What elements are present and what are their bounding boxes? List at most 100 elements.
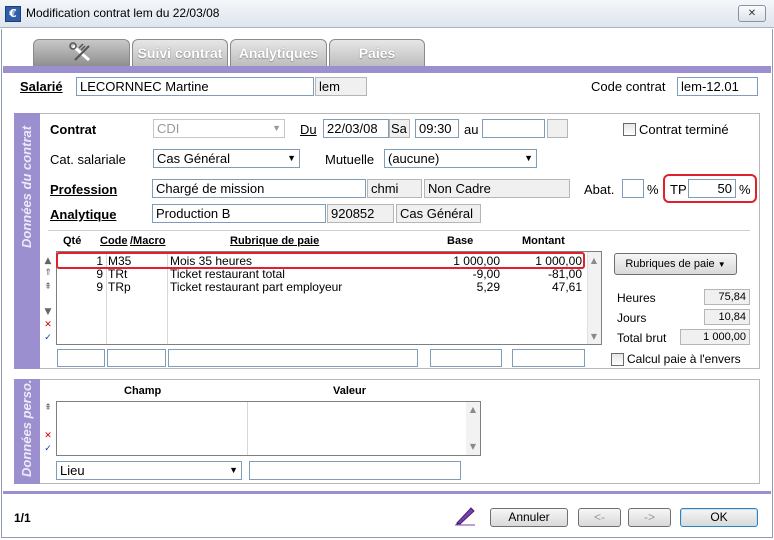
col-code[interactable]: Code: [100, 235, 128, 247]
mutuelle-select[interactable]: (aucune) ▼: [384, 149, 537, 168]
next-button[interactable]: ->: [628, 508, 671, 527]
entry-qte-field[interactable]: [57, 349, 105, 367]
window-title: Modification contrat lem du 22/03/08: [26, 6, 220, 20]
au-date-field[interactable]: [482, 119, 545, 138]
profession-field[interactable]: Chargé de mission: [152, 179, 366, 198]
profession-code-field: chmi: [367, 179, 422, 198]
tab-suivi-contrat[interactable]: Suivi contrat: [132, 39, 228, 66]
salarie-code-field: lem: [315, 77, 367, 96]
jours-value: 10,84: [704, 309, 750, 325]
contrat-select[interactable]: CDI ▼: [153, 119, 285, 138]
tab-general[interactable]: [33, 39, 130, 66]
heures-value: 75,84: [704, 289, 750, 305]
au-day-field: [547, 119, 568, 138]
contract-side-label: Données du contrat: [19, 125, 34, 248]
profession-label[interactable]: Profession: [50, 182, 117, 197]
code-contrat-label: Code contrat: [591, 79, 666, 94]
tp-label: TP: [670, 182, 687, 197]
mutuelle-label: Mutuelle: [325, 152, 375, 167]
chevron-down-icon: ▼: [524, 153, 533, 163]
col-montant: Montant: [522, 235, 565, 247]
rubriques-de-paie-button[interactable]: Rubriques de paie ▼: [614, 253, 737, 275]
scroll-down-icon[interactable]: ▼: [589, 332, 599, 342]
cat-salariale-select[interactable]: Cas Général ▼: [153, 149, 300, 168]
wrench-tools-icon: [68, 42, 90, 62]
contrat-termine-checkbox[interactable]: [623, 123, 636, 136]
footer-band: [3, 491, 771, 494]
chevron-down-icon: ▼: [229, 465, 238, 475]
abat-label: Abat.: [584, 182, 615, 197]
move-down-icon[interactable]: ▼: [43, 307, 53, 317]
tp-percent: %: [739, 182, 751, 197]
row3-qte[interactable]: 9: [60, 281, 103, 294]
analytique-field[interactable]: Production B: [152, 204, 326, 223]
col-rubrique[interactable]: Rubrique de paie: [230, 235, 319, 247]
perso-table: [56, 401, 481, 456]
move-up-icon[interactable]: ▲: [43, 256, 53, 266]
total-brut-value: 1 000,00: [680, 329, 750, 345]
entry-rubrique-field[interactable]: [168, 349, 418, 367]
entry-base-field[interactable]: [430, 349, 502, 367]
code-contrat-field[interactable]: lem-12.01: [677, 77, 758, 96]
du-date-field[interactable]: 22/03/08: [323, 119, 389, 138]
row3-code[interactable]: TRp: [108, 281, 131, 294]
profession-status-field: Non Cadre: [424, 179, 570, 198]
calcul-envers-checkbox[interactable]: [611, 353, 624, 366]
du-day-field: Sa: [389, 119, 410, 138]
scroll-up-icon[interactable]: ▲: [589, 256, 599, 266]
rubriques-button-label: Rubriques de paie: [625, 258, 715, 270]
lieu-select[interactable]: Lieu ▼: [56, 461, 242, 480]
col-champ: Champ: [124, 385, 162, 397]
annuler-button[interactable]: Annuler: [490, 508, 568, 527]
heures-label: Heures: [617, 291, 656, 305]
col-macro[interactable]: /Macro: [130, 235, 165, 247]
lieu-select-value: Lieu: [60, 463, 85, 478]
chevron-down-icon: ▼: [272, 123, 281, 133]
contrat-select-value: CDI: [157, 121, 180, 136]
move-first-icon[interactable]: ⇞: [43, 403, 53, 413]
salarie-label: Salarié: [20, 79, 63, 94]
divider: [247, 402, 248, 455]
scroll-down-icon[interactable]: ▼: [468, 442, 478, 452]
row3-base[interactable]: 5,29: [420, 281, 500, 294]
validate-check-icon[interactable]: ✓: [43, 444, 53, 454]
du-time-field[interactable]: 09:30: [415, 119, 459, 138]
chevron-down-icon: ▼: [717, 260, 726, 269]
salarie-name-field[interactable]: LECORNNEC Martine: [76, 77, 314, 96]
previous-button[interactable]: <-: [578, 508, 621, 527]
move-first-icon[interactable]: ⇞: [43, 282, 53, 292]
validate-check-icon[interactable]: ✓: [43, 333, 53, 343]
tab-paies[interactable]: Paies: [329, 39, 425, 66]
col-qte: Qté: [63, 235, 82, 247]
col-base: Base: [447, 235, 474, 247]
tab-analytiques[interactable]: Analytiques: [230, 39, 327, 66]
col-valeur: Valeur: [333, 385, 367, 397]
abat-percent: %: [647, 182, 659, 197]
abat-field[interactable]: [622, 179, 644, 198]
contrat-label: Contrat: [50, 122, 97, 137]
analytique-label[interactable]: Analytique: [50, 207, 116, 222]
entry-montant-field[interactable]: [512, 349, 585, 367]
ok-button[interactable]: OK: [680, 508, 758, 527]
divider: [48, 230, 750, 231]
analytique-cat-field: Cas Général: [396, 204, 481, 223]
chevron-down-icon: ▼: [287, 153, 296, 163]
scroll-up-icon[interactable]: ▲: [468, 405, 478, 415]
mutuelle-value: (aucune): [388, 151, 440, 166]
row3-montant[interactable]: 47,61: [502, 281, 582, 294]
move-up-double-icon[interactable]: ⇑: [43, 268, 53, 278]
delete-icon[interactable]: ✕: [43, 320, 53, 330]
row3-rubrique[interactable]: Ticket restaurant part employeur: [170, 281, 342, 294]
jours-label: Jours: [617, 311, 647, 325]
tp-field[interactable]: 50: [688, 179, 736, 198]
lieu-value-field[interactable]: [249, 461, 461, 480]
perso-side-label: Données perso.: [19, 379, 34, 477]
delete-icon[interactable]: ✕: [43, 431, 53, 441]
page-indicator: 1/1: [14, 511, 31, 525]
tab-band: [3, 66, 771, 73]
pencil-icon[interactable]: [453, 504, 477, 529]
cat-salariale-value: Cas Général: [157, 151, 230, 166]
entry-code-field[interactable]: [107, 349, 166, 367]
contrat-termine-label: Contrat terminé: [639, 122, 729, 137]
close-button[interactable]: ✕: [738, 5, 766, 22]
